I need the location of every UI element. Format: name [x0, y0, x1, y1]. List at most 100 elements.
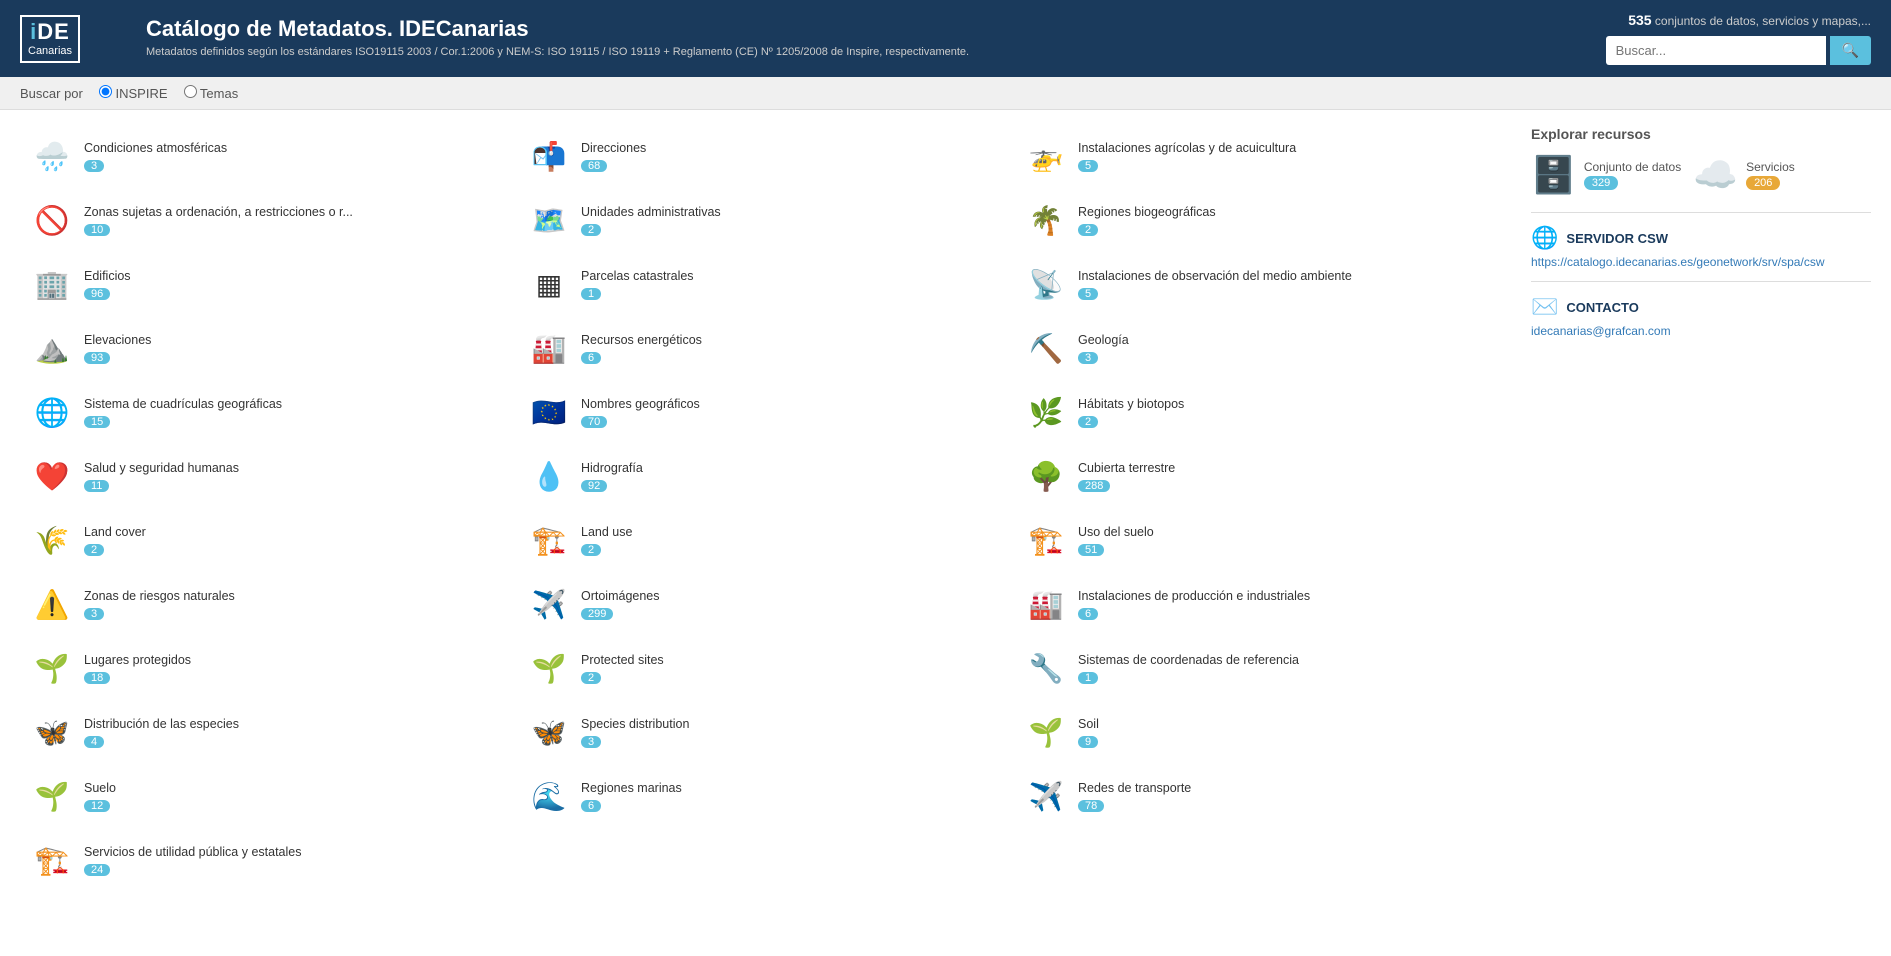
- category-name: Redes de transporte: [1078, 780, 1501, 796]
- header: iDE Canarias Catálogo de Metadatos. IDEC…: [0, 0, 1891, 77]
- category-icon: 🌱: [30, 646, 74, 690]
- csw-block: 🌐 SERVIDOR CSW https://catalogo.idecanar…: [1531, 225, 1871, 269]
- category-name: Ortoimágenes: [581, 588, 1004, 604]
- category-item[interactable]: 🌳 Cubierta terrestre 288: [1014, 446, 1511, 506]
- count-number: 535: [1628, 12, 1651, 28]
- category-item[interactable]: ⚠️ Zonas de riesgos naturales 3: [20, 574, 517, 634]
- header-subtitle: Metadatos definidos según los estándares…: [146, 45, 1606, 60]
- category-icon: 🏗️: [1024, 518, 1068, 562]
- category-item[interactable]: ❤️ Salud y seguridad humanas 11: [20, 446, 517, 506]
- category-count: 2: [581, 672, 601, 684]
- category-item[interactable]: 🗺️ Unidades administrativas 2: [517, 190, 1014, 250]
- category-count: 6: [1078, 608, 1098, 620]
- category-name: Hidrografía: [581, 460, 1004, 476]
- category-item[interactable]: 🌊 Regiones marinas 6: [517, 766, 1014, 826]
- category-name: Hábitats y biotopos: [1078, 396, 1501, 412]
- divider-1: [1531, 212, 1871, 213]
- category-icon: 🔧: [1024, 646, 1068, 690]
- category-icon: 🌾: [30, 518, 74, 562]
- category-name: Unidades administrativas: [581, 204, 1004, 220]
- csw-url[interactable]: https://catalogo.idecanarias.es/geonetwo…: [1531, 255, 1871, 269]
- category-icon: 🏭: [527, 326, 571, 370]
- category-item[interactable]: 🏢 Edificios 96: [20, 254, 517, 314]
- conjunto-label: Conjunto de datos: [1584, 160, 1681, 174]
- category-item[interactable]: 🌱 Protected sites 2: [517, 638, 1014, 698]
- category-item[interactable]: 📡 Instalaciones de observación del medio…: [1014, 254, 1511, 314]
- category-item[interactable]: 🌿 Hábitats y biotopos 2: [1014, 382, 1511, 442]
- categories-grid: 🌧️ Condiciones atmosféricas 3 📬 Direccio…: [20, 126, 1511, 890]
- category-item[interactable]: ⛏️ Geología 3: [1014, 318, 1511, 378]
- category-item[interactable]: ✈️ Ortoimágenes 299: [517, 574, 1014, 634]
- category-item[interactable]: 🌱 Lugares protegidos 18: [20, 638, 517, 698]
- category-name: Salud y seguridad humanas: [84, 460, 507, 476]
- category-icon: 🚫: [30, 198, 74, 242]
- category-name: Elevaciones: [84, 332, 507, 348]
- category-item[interactable]: ✈️ Redes de transporte 78: [1014, 766, 1511, 826]
- category-item[interactable]: 🚫 Zonas sujetas a ordenación, a restricc…: [20, 190, 517, 250]
- category-count: 78: [1078, 800, 1104, 812]
- search-bar: 🔍: [1606, 36, 1871, 65]
- category-item[interactable]: 🏗️ Servicios de utilidad pública y estat…: [20, 830, 517, 890]
- category-icon: 📬: [527, 134, 571, 178]
- category-name: Edificios: [84, 268, 507, 284]
- category-item[interactable]: 🏗️ Uso del suelo 51: [1014, 510, 1511, 570]
- contact-email[interactable]: idecanarias@grafcan.com: [1531, 324, 1871, 338]
- category-item[interactable]: 🌾 Land cover 2: [20, 510, 517, 570]
- sidebar-title: Explorar recursos: [1531, 126, 1871, 142]
- category-item[interactable]: ⛰️ Elevaciones 93: [20, 318, 517, 378]
- category-icon: 🏭: [1024, 582, 1068, 626]
- category-icon: ✈️: [527, 582, 571, 626]
- contact-block: ✉️ CONTACTO idecanarias@grafcan.com: [1531, 294, 1871, 338]
- category-item[interactable]: ▦ Parcelas catastrales 1: [517, 254, 1014, 314]
- category-icon: ⛰️: [30, 326, 74, 370]
- category-item[interactable]: 🇪🇺 Nombres geográficos 70: [517, 382, 1014, 442]
- category-item[interactable]: 🏭 Instalaciones de producción e industri…: [1014, 574, 1511, 634]
- category-item[interactable]: 🏗️ Land use 2: [517, 510, 1014, 570]
- category-item[interactable]: 🌧️ Condiciones atmosféricas 3: [20, 126, 517, 186]
- conjunto-label-block: Conjunto de datos 329: [1584, 160, 1681, 190]
- category-count: 9: [1078, 736, 1098, 748]
- category-icon: 🌳: [1024, 454, 1068, 498]
- search-button[interactable]: 🔍: [1830, 36, 1871, 65]
- header-title: Catálogo de Metadatos. IDECanarias: [146, 16, 1606, 42]
- category-name: Geología: [1078, 332, 1501, 348]
- category-item[interactable]: 🌴 Regiones biogeográficas 2: [1014, 190, 1511, 250]
- subheader: Buscar por INSPIRE Temas: [0, 77, 1891, 110]
- category-name: Direcciones: [581, 140, 1004, 156]
- conjunto-datos-card[interactable]: 🗄️ Conjunto de datos 329: [1531, 154, 1681, 196]
- category-item[interactable]: 🔧 Sistemas de coordenadas de referencia …: [1014, 638, 1511, 698]
- category-count: 96: [84, 288, 110, 300]
- search-input[interactable]: [1606, 36, 1826, 65]
- category-item[interactable]: 🌐 Sistema de cuadrículas geográficas 15: [20, 382, 517, 442]
- category-name: Regiones marinas: [581, 780, 1004, 796]
- inspire-radio-label[interactable]: INSPIRE: [99, 85, 168, 101]
- category-count: 2: [581, 224, 601, 236]
- category-name: Servicios de utilidad pública y estatale…: [84, 844, 507, 860]
- category-item[interactable]: 🏭 Recursos energéticos 6: [517, 318, 1014, 378]
- servicios-count: 206: [1746, 176, 1780, 190]
- category-item[interactable]: 📬 Direcciones 68: [517, 126, 1014, 186]
- divider-2: [1531, 281, 1871, 282]
- category-item[interactable]: 🌱 Suelo 12: [20, 766, 517, 826]
- temas-radio[interactable]: [184, 85, 197, 98]
- category-count: 2: [581, 544, 601, 556]
- count-text: conjuntos de datos, servicios y mapas,..…: [1655, 14, 1871, 28]
- category-icon: 🗺️: [527, 198, 571, 242]
- category-count: 5: [1078, 288, 1098, 300]
- conjunto-count: 329: [1584, 176, 1618, 190]
- category-item[interactable]: 🚁 Instalaciones agrícolas y de acuicultu…: [1014, 126, 1511, 186]
- category-item[interactable]: 💧 Hidrografía 92: [517, 446, 1014, 506]
- inspire-radio[interactable]: [99, 85, 112, 98]
- category-name: Lugares protegidos: [84, 652, 507, 668]
- category-item[interactable]: 🌱 Soil 9: [1014, 702, 1511, 762]
- category-item[interactable]: 🦋 Species distribution 3: [517, 702, 1014, 762]
- contact-title: ✉️ CONTACTO: [1531, 294, 1871, 320]
- category-count: 2: [84, 544, 104, 556]
- database-icon: 🗄️: [1531, 154, 1576, 196]
- category-count: 24: [84, 864, 110, 876]
- category-item[interactable]: 🦋 Distribución de las especies 4: [20, 702, 517, 762]
- temas-radio-label[interactable]: Temas: [184, 85, 239, 101]
- category-icon: ✈️: [1024, 774, 1068, 818]
- servicios-card[interactable]: ☁️ Servicios 206: [1693, 154, 1795, 196]
- category-name: Condiciones atmosféricas: [84, 140, 507, 156]
